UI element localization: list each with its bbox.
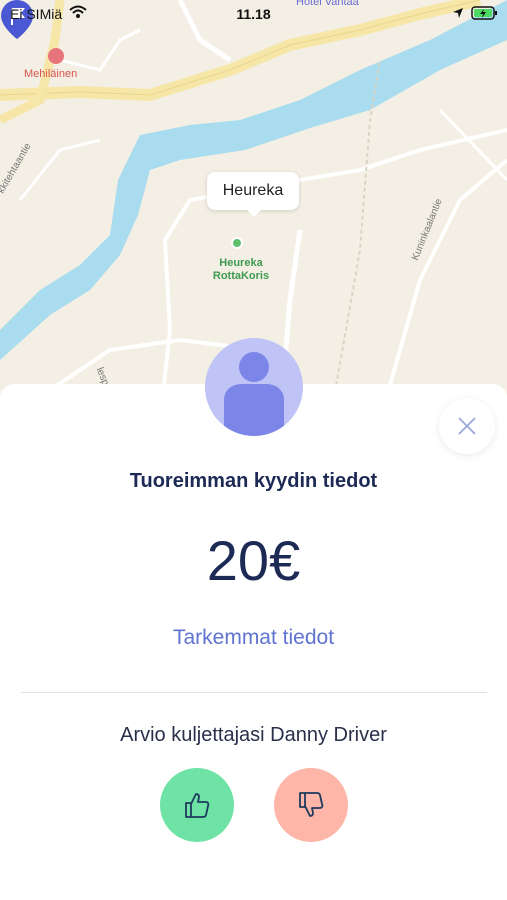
sheet-title: Tuoreimman kyydin tiedot	[129, 470, 378, 492]
thumbs-down-button[interactable]	[274, 768, 348, 842]
status-bar: Ei SIMiä 11.18	[0, 0, 507, 28]
poi-label-mehilainen: Mehiläinen	[24, 68, 78, 80]
location-arrow-icon	[453, 8, 463, 18]
poi-label-heureka: Heureka RottaKoris	[212, 257, 270, 282]
thumbs-up-icon	[185, 793, 210, 818]
close-icon	[458, 417, 476, 435]
person-icon	[224, 352, 284, 436]
driver-avatar	[205, 338, 303, 436]
status-time: 11.18	[236, 6, 271, 22]
hospital-pin-icon[interactable]	[48, 48, 64, 64]
more-details-link[interactable]: Tarkemmat tiedot	[0, 626, 507, 650]
rating-label: Arvio kuljettajasi Danny Driver	[120, 724, 387, 746]
thumbs-up-button[interactable]	[160, 768, 234, 842]
thumbs-down-icon	[299, 792, 324, 817]
close-button[interactable]	[439, 398, 495, 454]
poi-dot-icon[interactable]	[231, 237, 243, 249]
ride-price: 20€	[206, 529, 301, 592]
callout-label: Heureka	[222, 182, 284, 199]
divider	[21, 692, 487, 693]
map-callout[interactable]: Heureka	[207, 172, 299, 217]
battery-icon	[471, 6, 497, 20]
